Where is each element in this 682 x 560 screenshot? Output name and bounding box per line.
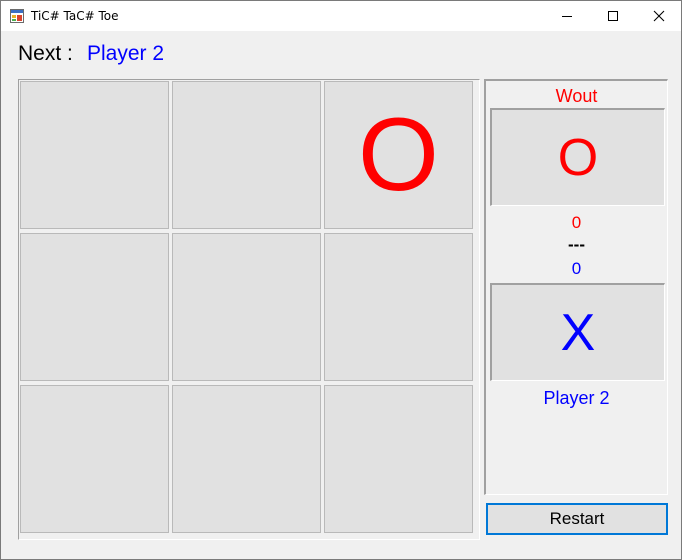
player2-mark: X bbox=[490, 283, 665, 381]
restart-button[interactable]: Restart bbox=[486, 503, 668, 535]
next-player-name: Player 2 bbox=[87, 42, 165, 65]
maximize-button[interactable] bbox=[590, 1, 636, 31]
board-cell-3[interactable]: O bbox=[324, 81, 473, 229]
player1-name: Wout bbox=[555, 86, 598, 106]
next-label: Next : bbox=[18, 42, 73, 65]
close-button[interactable] bbox=[636, 1, 681, 31]
player1-score: 0 bbox=[571, 213, 582, 232]
score-separator: --- bbox=[568, 235, 585, 254]
board-cell-8[interactable] bbox=[172, 385, 321, 533]
app-window: TiC# TaC# Toe Next : Player 2 O Wout O 0… bbox=[0, 0, 682, 560]
board-cell-4[interactable] bbox=[20, 233, 169, 381]
board-cell-9[interactable] bbox=[324, 385, 473, 533]
title-bar[interactable]: TiC# TaC# Toe bbox=[1, 1, 681, 31]
board-cell-7[interactable] bbox=[20, 385, 169, 533]
close-icon bbox=[653, 10, 665, 22]
player1-mark: O bbox=[490, 108, 665, 206]
maximize-icon bbox=[608, 11, 618, 21]
app-window-icon bbox=[10, 9, 24, 23]
board-cell-5[interactable] bbox=[172, 233, 321, 381]
board-cell-1[interactable] bbox=[20, 81, 169, 229]
game-board: O bbox=[18, 79, 480, 540]
board-cell-2[interactable] bbox=[172, 81, 321, 229]
minimize-icon bbox=[562, 16, 572, 17]
player2-score: 0 bbox=[571, 259, 582, 278]
window-title: TiC# TaC# Toe bbox=[31, 9, 119, 23]
player2-name: Player 2 bbox=[543, 388, 610, 408]
board-cell-6[interactable] bbox=[324, 233, 473, 381]
minimize-button[interactable] bbox=[544, 1, 590, 31]
scoreboard-panel: Wout O 0 --- 0 X Player 2 bbox=[484, 79, 668, 495]
